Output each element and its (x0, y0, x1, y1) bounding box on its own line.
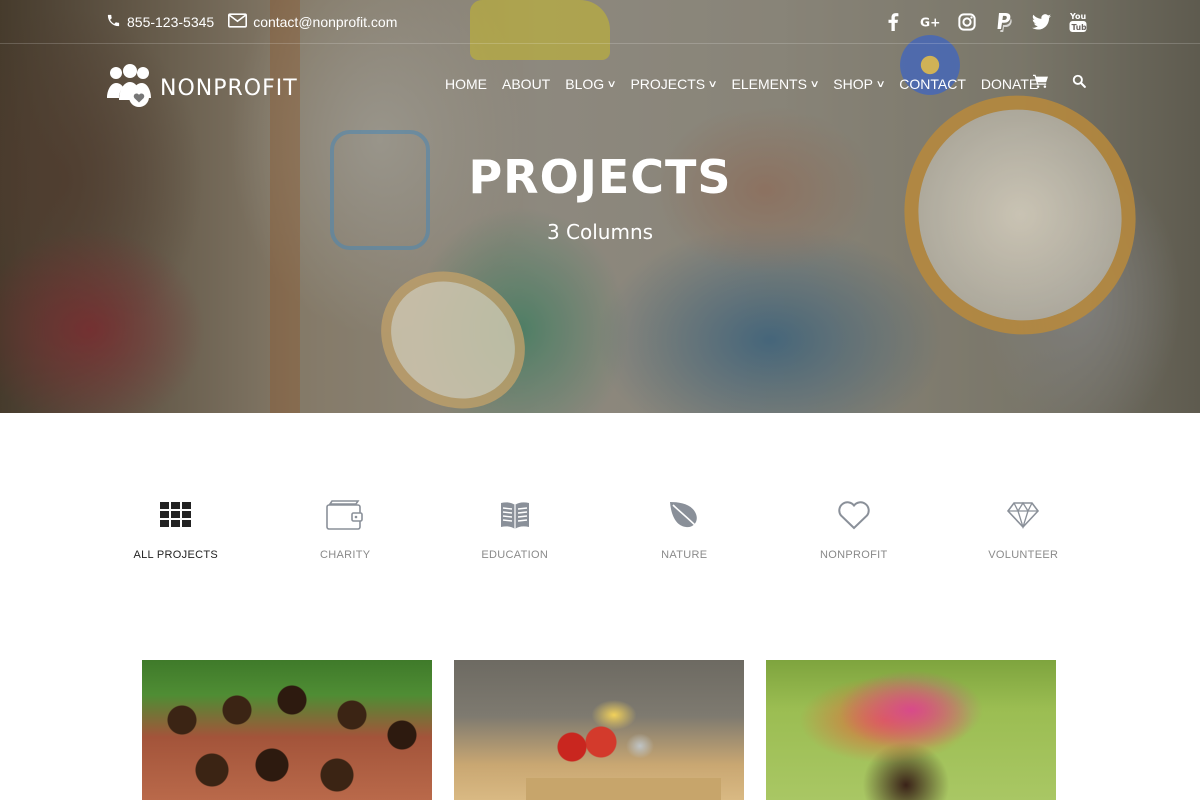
main-header: NONPROFIT HOME ABOUT BLOG ∨ PROJECTS ∨ ELE… (0, 60, 1200, 110)
email-contact[interactable]: contact@nonprofit.com (228, 13, 397, 31)
youtube-icon[interactable]: You Tube (1068, 12, 1088, 32)
filter-nature[interactable]: NATURE (600, 495, 770, 575)
nav-item-home[interactable]: HOME (445, 76, 487, 92)
phone-icon (106, 13, 127, 31)
top-bar: 855-123-5345 contact@nonprofit.com G+ Yo… (0, 0, 1200, 44)
nav-item-projects[interactable]: PROJECTS ∨ (630, 76, 718, 92)
nav-item-label: DONATE (980, 76, 1039, 92)
chevron-down-icon: ∨ (875, 78, 886, 90)
project-card-image[interactable] (142, 660, 432, 800)
nav-item-shop[interactable]: SHOP ∨ (833, 76, 886, 92)
nav-item-donate[interactable]: DONATE (981, 76, 1038, 92)
svg-text:Tube: Tube (1072, 23, 1088, 32)
filter-volunteer[interactable]: VOLUNTEER (939, 495, 1109, 575)
filter-label: VOLUNTEER (988, 549, 1059, 561)
project-filters: ALL PROJECTS CHARITY EDUCATION NATURE NO… (91, 495, 1108, 575)
logo-text: NONPROFIT (160, 76, 298, 101)
filter-label: EDUCATION (481, 549, 549, 561)
nav-item-contact[interactable]: CONTACT (899, 76, 966, 92)
main-navigation: HOME ABOUT BLOG ∨ PROJECTS ∨ ELEMENTS ∨ SHO… (445, 76, 1053, 92)
filter-label: CHARITY (320, 549, 371, 561)
filter-charity[interactable]: CHARITY (261, 495, 431, 575)
project-grid (142, 660, 1056, 800)
phone-number: 855-123-5345 (127, 14, 215, 30)
page-subtitle: 3 Columns (546, 220, 654, 244)
nav-item-label: ELEMENTS (731, 76, 807, 92)
page-title: PROJECTS (468, 150, 732, 204)
svg-text:You: You (1069, 12, 1087, 21)
header-actions (1033, 74, 1110, 93)
cart-icon[interactable] (1033, 74, 1048, 93)
filter-education[interactable]: EDUCATION (430, 495, 600, 575)
project-card-image[interactable] (766, 660, 1056, 800)
chevron-down-icon: ∨ (707, 78, 718, 90)
nav-item-label: BLOG (565, 76, 605, 92)
envelope-icon (228, 13, 253, 31)
project-card-image[interactable] (454, 660, 744, 800)
social-links: G+ You Tube (866, 12, 1088, 32)
nav-item-label: ABOUT (502, 76, 551, 92)
nav-item-label: PROJECTS (630, 76, 706, 92)
nav-item-label: SHOP (833, 76, 873, 92)
grid-icon (159, 495, 192, 535)
paypal-icon[interactable] (994, 12, 1014, 32)
filter-nonprofit[interactable]: NONPROFIT (769, 495, 939, 575)
site-logo[interactable]: NONPROFIT (106, 64, 298, 113)
svg-text:G+: G+ (920, 16, 940, 30)
diamond-icon (1006, 495, 1040, 535)
filter-label: ALL PROJECTS (133, 549, 218, 561)
filter-all-projects[interactable]: ALL PROJECTS (91, 495, 261, 575)
nav-item-about[interactable]: ABOUT (502, 76, 550, 92)
nav-item-label: HOME (445, 76, 487, 92)
book-icon (498, 495, 532, 535)
filter-label: NATURE (661, 549, 708, 561)
chevron-down-icon: ∨ (809, 78, 820, 90)
hero-photo-tambourine (354, 243, 552, 413)
nav-item-label: CONTACT (899, 76, 966, 92)
nav-item-elements[interactable]: ELEMENTS ∨ (731, 76, 820, 92)
people-heart-logo-icon (106, 64, 152, 113)
contact-info: 855-123-5345 contact@nonprofit.com (106, 13, 411, 31)
search-icon[interactable] (1072, 74, 1086, 93)
facebook-icon[interactable] (883, 12, 903, 32)
leaf-icon (667, 495, 701, 535)
wallet-icon (326, 495, 364, 535)
chevron-down-icon: ∨ (606, 78, 617, 90)
twitter-icon[interactable] (1031, 12, 1051, 32)
filter-label: NONPROFIT (820, 549, 888, 561)
google-plus-icon[interactable]: G+ (920, 12, 940, 32)
heart-icon (837, 495, 871, 535)
instagram-icon[interactable] (957, 12, 977, 32)
email-address: contact@nonprofit.com (253, 14, 398, 30)
nav-item-blog[interactable]: BLOG ∨ (565, 76, 617, 92)
phone-contact[interactable]: 855-123-5345 (106, 13, 214, 31)
